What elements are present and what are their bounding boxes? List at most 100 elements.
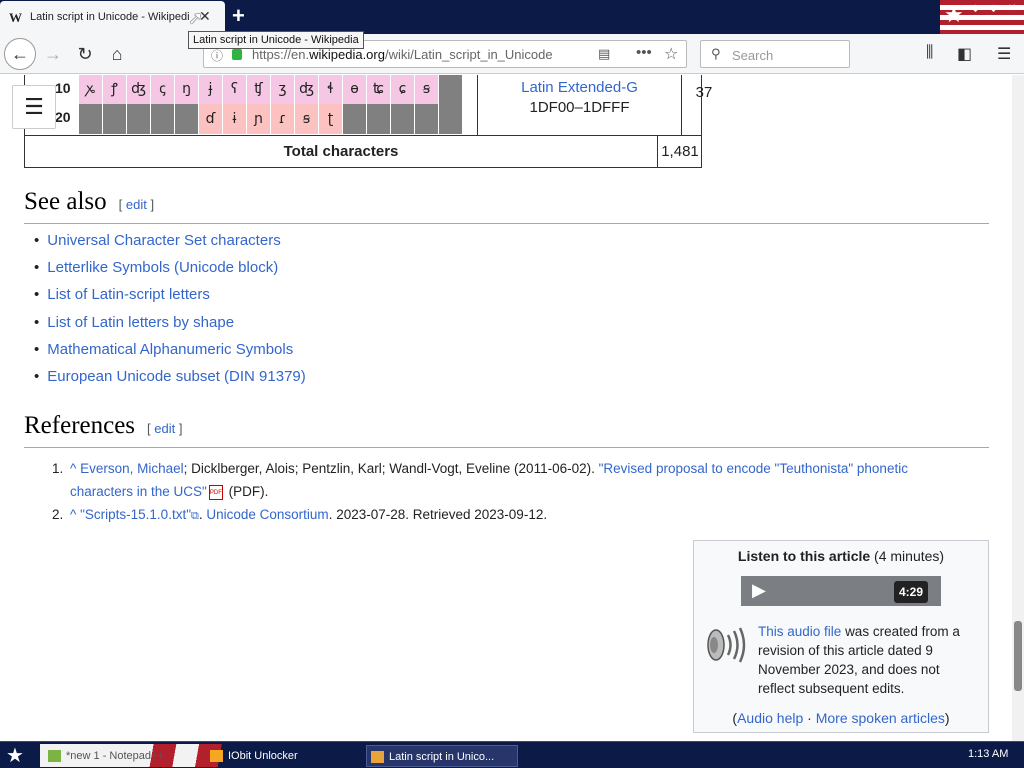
taskbar-item-notepad[interactable]: *new 1 - Notepad++ xyxy=(44,745,194,767)
table-cell: ɨ xyxy=(223,104,247,134)
audio-help-link[interactable]: Audio help xyxy=(737,710,803,726)
table-cell: ʧ xyxy=(247,75,271,104)
table-cell: ʕ xyxy=(223,75,247,104)
table-of-contents-icon[interactable]: ☰ xyxy=(12,85,56,129)
see-also-heading: See also [ edit ] xyxy=(24,188,154,216)
library-icon[interactable]: ⫼ xyxy=(926,44,933,62)
home-icon[interactable]: ⌂ xyxy=(102,40,132,68)
see-also-edit: [ edit ] xyxy=(119,197,154,212)
reference-format: (PDF). xyxy=(228,484,269,499)
backlink-caret[interactable]: ^ xyxy=(70,461,76,476)
table-cell xyxy=(367,104,391,134)
url-prefix: https://en. xyxy=(252,47,310,62)
start-star-icon[interactable]: ★ xyxy=(6,743,24,768)
table-cell xyxy=(175,104,199,134)
references-list: 1. ^ Everson, Michael; Dicklberger, Aloi… xyxy=(52,457,962,528)
paren-close: ) xyxy=(944,710,950,726)
url-text[interactable]: https://en.wikipedia.org/wiki/Latin_scri… xyxy=(252,47,553,62)
table-cell xyxy=(439,75,463,104)
edit-bracket-open: [ xyxy=(118,197,123,212)
see-also-title: See also xyxy=(24,188,107,215)
block-range: 1DF00–1DFFF xyxy=(529,99,630,116)
see-also-link[interactable]: List of Latin letters by shape xyxy=(34,314,306,341)
table-cell: ɵ xyxy=(343,75,367,104)
table-cell xyxy=(415,104,439,134)
author-link[interactable]: Everson, Michael xyxy=(80,461,184,476)
audio-heading-duration: (4 minutes) xyxy=(874,548,945,564)
navigation-toolbar: ← → ↻ ⌂ ⓘ https://en.wikipedia.org/wiki/… xyxy=(0,34,1024,74)
page-actions-icon[interactable]: ••• xyxy=(636,44,652,61)
url-domain: wikipedia.org xyxy=(309,47,385,62)
close-window-icon[interactable]: ✕ xyxy=(1008,3,1016,14)
see-also-link[interactable]: Mathematical Alphanumeric Symbols xyxy=(34,341,306,368)
reader-view-icon[interactable]: ▤ xyxy=(598,46,610,62)
play-icon[interactable]: ▶ xyxy=(752,580,766,601)
taskbar-item-label: Latin script in Unico... xyxy=(389,751,495,763)
table-cell xyxy=(79,104,103,134)
see-also-list: Universal Character Set characters Lette… xyxy=(34,232,306,395)
table-row: ꭘꝭʤꞔŋɉʕʧʒʤɬɵʨɕꞩ xyxy=(79,75,479,104)
reference-number: 1. xyxy=(52,461,64,476)
scrollbar-thumb[interactable] xyxy=(1014,621,1022,691)
see-also-link[interactable]: List of Latin-script letters xyxy=(34,286,306,313)
see-also-link[interactable]: European Unicode subset (DIN 91379) xyxy=(34,368,306,395)
block-name-link[interactable]: Latin Extended-G xyxy=(478,79,681,96)
minimize-icon[interactable]: ⬥ xyxy=(972,3,979,14)
notepad-icon xyxy=(48,750,61,762)
table-cell: ʈ xyxy=(319,104,343,134)
wikipedia-favicon-icon: W xyxy=(9,10,22,25)
tab-tooltip: Latin script in Unicode - Wikipedia xyxy=(188,31,364,49)
see-also-link[interactable]: Letterlike Symbols (Unicode block) xyxy=(34,259,306,286)
bookmark-star-icon[interactable]: ☆ xyxy=(664,44,678,64)
reload-icon[interactable]: ↻ xyxy=(70,40,100,68)
backlink-caret[interactable]: ^ xyxy=(70,507,76,522)
taskbar-item-iobit[interactable]: IObit Unlocker xyxy=(206,745,356,767)
table-cell: ʤ xyxy=(127,75,151,104)
menu-icon[interactable]: ☰ xyxy=(997,44,1011,64)
table-cell xyxy=(151,104,175,134)
total-row: Total characters 1,481 xyxy=(25,135,701,167)
sidebar-icon[interactable]: ◧ xyxy=(957,44,972,64)
firefox-icon xyxy=(371,751,384,763)
row-label-20: 20 xyxy=(55,109,71,125)
table-cell xyxy=(127,104,151,134)
taskbar-item-firefox[interactable]: Latin script in Unico... xyxy=(366,745,518,767)
mouse-cursor-icon: ➚ xyxy=(188,8,204,28)
table-cell xyxy=(439,104,463,134)
table-cell: ɾ xyxy=(271,104,295,134)
external-link-icon: ⧉ xyxy=(190,510,199,522)
taskbar-item-label: IObit Unlocker xyxy=(228,750,298,762)
tab-title: Latin script in Unicode - Wikipedia xyxy=(30,11,190,23)
speaker-icon xyxy=(707,627,746,663)
edit-bracket-open: [ xyxy=(147,421,151,436)
table-cell: ʨ xyxy=(367,75,391,104)
edit-bracket-close: ] xyxy=(150,197,155,212)
page-scrollbar[interactable] xyxy=(1012,75,1024,741)
new-tab-button[interactable]: + xyxy=(232,3,245,29)
total-label: Total characters xyxy=(283,143,399,160)
table-row: ɗɨɲɾꞩʈ xyxy=(79,104,479,134)
lock-icon xyxy=(232,49,242,60)
forward-arrow-icon[interactable]: → xyxy=(38,40,68,68)
reference-title-link[interactable]: "Scripts-15.1.0.txt" xyxy=(80,507,191,522)
edit-link[interactable]: edit xyxy=(126,197,147,212)
edit-link[interactable]: edit xyxy=(154,421,175,436)
publisher-link[interactable]: Unicode Consortium xyxy=(206,507,328,522)
taskbar-item-label: *new 1 - Notepad++ xyxy=(66,750,164,762)
url-path: /wiki/Latin_script_in_Unicode xyxy=(384,47,553,62)
info-icon[interactable]: ⓘ xyxy=(211,47,223,64)
audio-description: This audio file was created from a revis… xyxy=(758,622,980,698)
audio-player[interactable]: ▶ 4:29 xyxy=(741,576,941,606)
table-cell: ɕ xyxy=(391,75,415,104)
see-also-link[interactable]: Universal Character Set characters xyxy=(34,232,306,259)
maximize-icon[interactable]: ⬥ xyxy=(990,3,997,14)
tab-bar: W Latin script in Unicode - Wikipedia ✕ … xyxy=(0,0,1024,34)
page-content: 10 20 ꭘꝭʤꞔŋɉʕʧʒʤɬɵʨɕꞩ ɗɨɲɾꞩʈ Latin Exten… xyxy=(0,75,1012,741)
authors-text: ; Dicklberger, Alois; Pentzlin, Karl; Wa… xyxy=(183,461,595,476)
more-spoken-articles-link[interactable]: More spoken articles xyxy=(816,710,945,726)
audio-file-link[interactable]: This audio file xyxy=(758,624,841,639)
table-cell: ꞩ xyxy=(295,104,319,134)
search-bar[interactable]: ⚲ Search xyxy=(700,40,850,68)
back-arrow-icon[interactable]: ← xyxy=(4,38,36,70)
audio-heading-bold: Listen to this article xyxy=(737,548,871,564)
